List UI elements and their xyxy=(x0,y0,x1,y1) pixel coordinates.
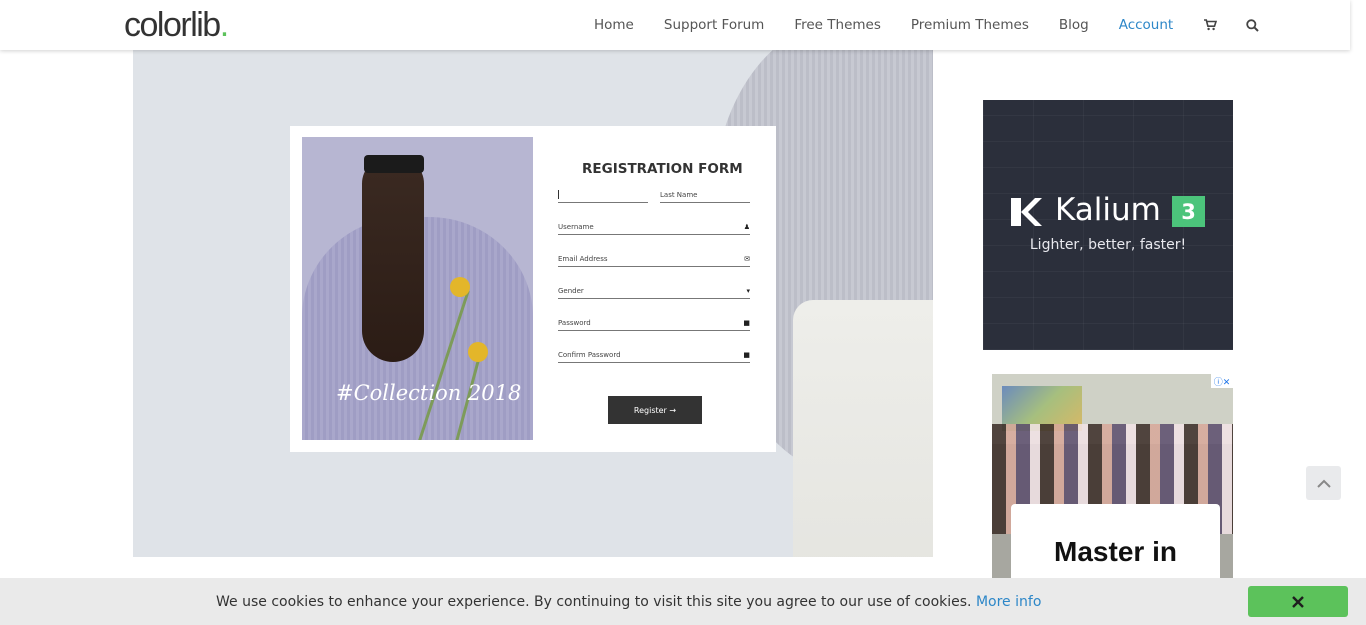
chevron-up-icon xyxy=(1316,479,1331,488)
photo-flower xyxy=(450,277,470,297)
gender-placeholder: Gender xyxy=(558,287,584,295)
cookie-text: We use cookies to enhance your experienc… xyxy=(216,594,972,610)
logo-text: colorlib xyxy=(124,6,221,44)
gender-select[interactable]: Gender ▾ xyxy=(558,286,750,299)
more-info-link[interactable]: More info xyxy=(976,594,1041,610)
display-ad[interactable]: ⓘ✕ Master in xyxy=(992,374,1233,578)
main-nav: Home Support Forum Free Themes Premium T… xyxy=(594,17,1287,33)
envelope-icon: ✉ xyxy=(744,255,750,263)
kalium-tagline: Lighter, better, faster! xyxy=(1029,237,1187,253)
confirm-password-field[interactable]: Confirm Password ■ xyxy=(558,350,750,363)
kalium-ad[interactable]: Kalium 3 Lighter, better, faster! xyxy=(983,100,1233,350)
kalium-brand: Kalium xyxy=(1055,192,1161,228)
cart-icon[interactable] xyxy=(1203,18,1217,32)
email-placeholder: Email Address xyxy=(558,255,608,263)
template-preview-image[interactable]: #Collection 2018 REGISTRATION FORM Last … xyxy=(133,50,933,557)
text-caret xyxy=(558,190,559,199)
colorlib-logo[interactable]: colorlib. xyxy=(124,6,229,45)
close-icon xyxy=(1292,595,1304,608)
registration-card: #Collection 2018 REGISTRATION FORM Last … xyxy=(290,126,776,452)
back-to-top-button[interactable] xyxy=(1306,466,1341,500)
user-icon: ♟ xyxy=(743,223,750,231)
kalium-logo-icon xyxy=(1011,198,1042,226)
chevron-down-icon: ▾ xyxy=(746,287,750,295)
username-placeholder: Username xyxy=(558,223,594,231)
photo-hair xyxy=(362,157,424,362)
nav-premium-themes[interactable]: Premium Themes xyxy=(911,17,1029,33)
site-header: colorlib. Home Support Forum Free Themes… xyxy=(0,0,1350,50)
lock-icon: ■ xyxy=(743,351,750,359)
password-placeholder: Password xyxy=(558,319,591,327)
form-title: REGISTRATION FORM xyxy=(582,161,743,177)
nav-blog[interactable]: Blog xyxy=(1059,17,1089,33)
cookie-bar: We use cookies to enhance your experienc… xyxy=(0,578,1366,625)
collection-photo: #Collection 2018 xyxy=(302,137,533,440)
last-name-placeholder: Last Name xyxy=(660,191,698,199)
password-field[interactable]: Password ■ xyxy=(558,318,750,331)
logo-dot: . xyxy=(219,6,229,44)
nav-account[interactable]: Account xyxy=(1119,17,1174,33)
nav-free-themes[interactable]: Free Themes xyxy=(794,17,881,33)
kalium-version-badge: 3 xyxy=(1172,196,1205,227)
photo-caption: #Collection 2018 xyxy=(336,381,522,405)
nav-support-forum[interactable]: Support Forum xyxy=(664,17,764,33)
register-button[interactable]: Register → xyxy=(608,396,702,424)
model-pants-background xyxy=(793,300,933,557)
ad-choices-icon[interactable]: ⓘ✕ xyxy=(1211,374,1233,388)
ad-headline-card: Master in xyxy=(1011,504,1220,578)
search-icon[interactable] xyxy=(1245,18,1259,32)
nav-home[interactable]: Home xyxy=(594,17,634,33)
photo-hair-clip xyxy=(364,155,424,173)
cookie-close-button[interactable] xyxy=(1248,586,1348,617)
ad-headline: Master in xyxy=(1054,536,1177,567)
lock-icon: ■ xyxy=(743,319,750,327)
cookie-message: We use cookies to enhance your experienc… xyxy=(216,594,1041,610)
last-name-field[interactable]: Last Name xyxy=(660,190,750,203)
username-field[interactable]: Username ♟ xyxy=(558,222,750,235)
photo-flower xyxy=(468,342,488,362)
confirm-password-placeholder: Confirm Password xyxy=(558,351,621,359)
first-name-field[interactable] xyxy=(558,190,648,203)
email-field[interactable]: Email Address ✉ xyxy=(558,254,750,267)
